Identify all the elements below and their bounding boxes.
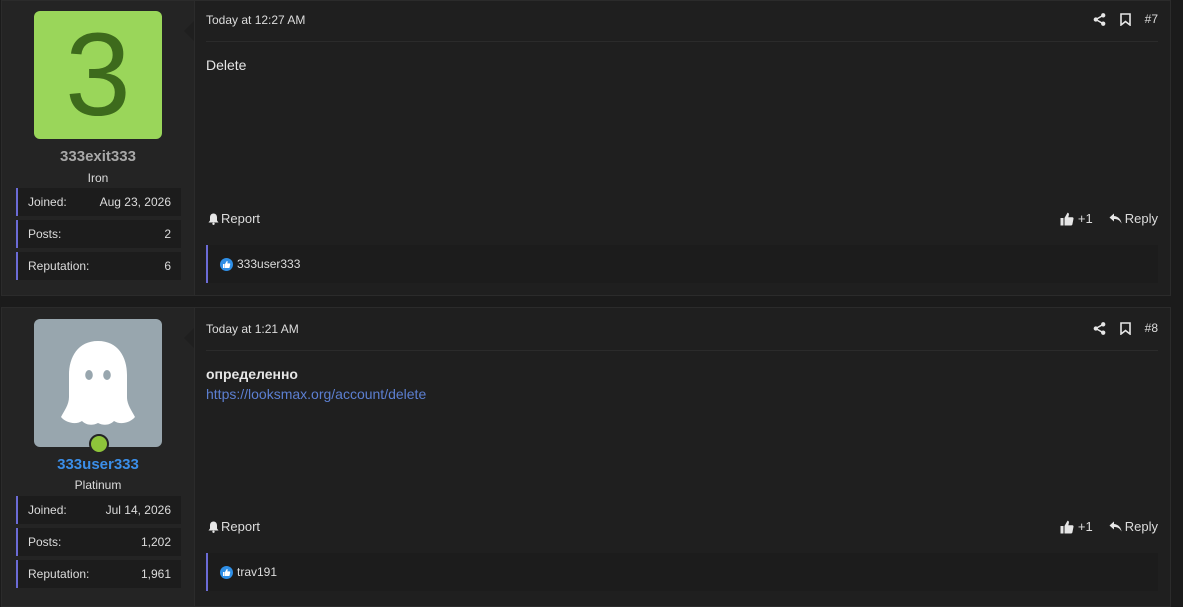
stat-value: 1,961 xyxy=(140,567,171,581)
stat-value: 1,202 xyxy=(140,535,171,549)
post-date[interactable]: Today at 12:27 AM xyxy=(206,13,305,27)
reply-arrow-icon xyxy=(1109,213,1122,224)
like-button[interactable]: +1 xyxy=(1060,211,1093,226)
post-main: Today at 1:21 AM #8 определенно https://… xyxy=(194,308,1170,606)
post-8: 333user333 Platinum Joined: Jul 14, 2026… xyxy=(1,307,1171,607)
stat-posts: Posts: 1,202 xyxy=(16,528,181,556)
post-footer-actions: +1 Reply xyxy=(1060,211,1158,226)
stat-joined: Joined: Aug 23, 2026 xyxy=(16,188,181,216)
stat-reputation: Reputation: 6 xyxy=(16,252,181,280)
user-column: 333user333 Platinum Joined: Jul 14, 2026… xyxy=(2,308,195,606)
bookmark-icon[interactable] xyxy=(1119,12,1131,26)
like-count: +1 xyxy=(1077,211,1093,226)
post-body-strong: определенно xyxy=(206,366,298,382)
reply-arrow-icon xyxy=(1109,521,1122,532)
like-button[interactable]: +1 xyxy=(1060,519,1093,534)
post-actions: #8 xyxy=(1093,321,1158,335)
post-date[interactable]: Today at 1:21 AM xyxy=(206,322,299,336)
thumbs-up-icon xyxy=(1060,520,1074,534)
report-label: Report xyxy=(221,211,261,226)
user-column: 3 333exit333 Iron Joined: Aug 23, 2026 P… xyxy=(2,1,195,295)
bookmark-icon[interactable] xyxy=(1119,321,1131,335)
stat-value: 6 xyxy=(164,259,171,273)
username[interactable]: 333user333 xyxy=(2,456,194,473)
stat-label: Joined: xyxy=(28,503,67,517)
reply-label: Reply xyxy=(1124,519,1158,534)
stat-label: Joined: xyxy=(28,195,67,209)
share-icon[interactable] xyxy=(1093,321,1106,335)
reply-button[interactable]: Reply xyxy=(1109,519,1158,534)
stat-posts: Posts: 2 xyxy=(16,220,181,248)
post-body: Delete xyxy=(206,57,247,73)
stat-value: Jul 14, 2026 xyxy=(105,503,171,517)
username[interactable]: 333exit333 xyxy=(2,148,194,165)
reply-label: Reply xyxy=(1124,211,1158,226)
avatar[interactable] xyxy=(34,319,162,447)
divider xyxy=(206,41,1158,42)
reactions-bar[interactable]: 333user333 xyxy=(206,245,1158,283)
stat-value: Aug 23, 2026 xyxy=(99,195,171,209)
stat-label: Reputation: xyxy=(28,567,90,581)
like-count: +1 xyxy=(1077,519,1093,534)
reaction-users[interactable]: trav191 xyxy=(237,565,277,579)
report-link[interactable]: Report xyxy=(208,211,260,226)
reaction-users[interactable]: 333user333 xyxy=(237,257,300,271)
stat-label: Reputation: xyxy=(28,259,90,273)
post-arrow xyxy=(184,21,194,41)
post-body-link[interactable]: https://looksmax.org/account/delete xyxy=(206,386,426,402)
user-rank: Iron xyxy=(87,171,109,185)
post-actions: #7 xyxy=(1093,12,1158,26)
post-7: 3 333exit333 Iron Joined: Aug 23, 2026 P… xyxy=(1,0,1171,296)
stat-label: Posts: xyxy=(28,227,62,241)
stat-label: Posts: xyxy=(28,535,62,549)
online-status-dot xyxy=(89,434,109,454)
ghost-icon xyxy=(60,339,136,427)
like-reaction-icon xyxy=(220,565,233,579)
stat-value: 2 xyxy=(164,227,171,241)
post-number[interactable]: #8 xyxy=(1145,321,1158,335)
thumbs-up-icon xyxy=(1060,212,1074,226)
bell-icon xyxy=(208,521,219,533)
stat-joined: Joined: Jul 14, 2026 xyxy=(16,496,181,524)
avatar[interactable]: 3 xyxy=(34,11,162,139)
bell-icon xyxy=(208,213,219,225)
stat-reputation: Reputation: 1,961 xyxy=(16,560,181,588)
post-main: Today at 12:27 AM #7 Delete Report +1 Re… xyxy=(194,1,1170,295)
post-arrow xyxy=(184,328,194,348)
post-body: определенно https://looksmax.org/account… xyxy=(206,366,426,402)
report-link[interactable]: Report xyxy=(208,519,260,534)
avatar-letter: 3 xyxy=(65,9,131,141)
divider xyxy=(206,350,1158,351)
like-reaction-icon xyxy=(220,257,233,271)
report-label: Report xyxy=(221,519,261,534)
reactions-bar[interactable]: trav191 xyxy=(206,553,1158,591)
reply-button[interactable]: Reply xyxy=(1109,211,1158,226)
share-icon[interactable] xyxy=(1093,12,1106,26)
post-number[interactable]: #7 xyxy=(1145,12,1158,26)
user-rank: Platinum xyxy=(74,478,122,492)
post-footer-actions: +1 Reply xyxy=(1060,519,1158,534)
